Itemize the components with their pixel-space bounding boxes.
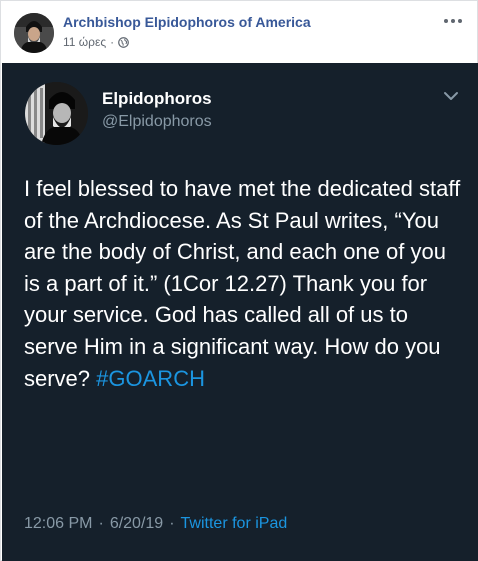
post-timestamp[interactable]: 11 ώρες [63,35,106,49]
tweet-text: I feel blessed to have met the dedicated… [24,173,464,394]
tweet-source: Twitter for iPad [180,515,288,532]
page-name-link[interactable]: Archbishop Elpidophoros of America [63,14,311,30]
facebook-post: Archbishop Elpidophoros of America 11 ώρ… [0,0,478,561]
page-avatar[interactable] [14,13,54,53]
chevron-down-icon [442,89,460,103]
tweet-source-separator: · [169,515,175,532]
tweet-date: 6/20/19 [109,515,164,532]
tweet-footer: 12:06 PM · 6/20/19 · Twitter for iPad [24,515,287,533]
embedded-tweet-screenshot: Elpidophoros @Elpidophoros I feel blesse… [2,63,478,561]
tweet-date-separator: · [98,515,104,532]
tweet-hashtag: #GOARCH [96,365,205,391]
tweet-avatar [25,82,88,145]
tweet-display-name: Elpidophoros [102,89,212,108]
post-meta: 11 ώρες · [63,35,129,49]
globe-icon[interactable] [118,36,129,48]
tweet-handle: @Elpidophoros [102,113,212,130]
tweet-time: 12:06 PM [24,515,93,532]
more-options-icon[interactable] [441,11,465,31]
tweet-body: I feel blessed to have met the dedicated… [24,176,461,391]
post-header: Archbishop Elpidophoros of America 11 ώρ… [1,1,477,63]
meta-separator: · [110,35,115,49]
